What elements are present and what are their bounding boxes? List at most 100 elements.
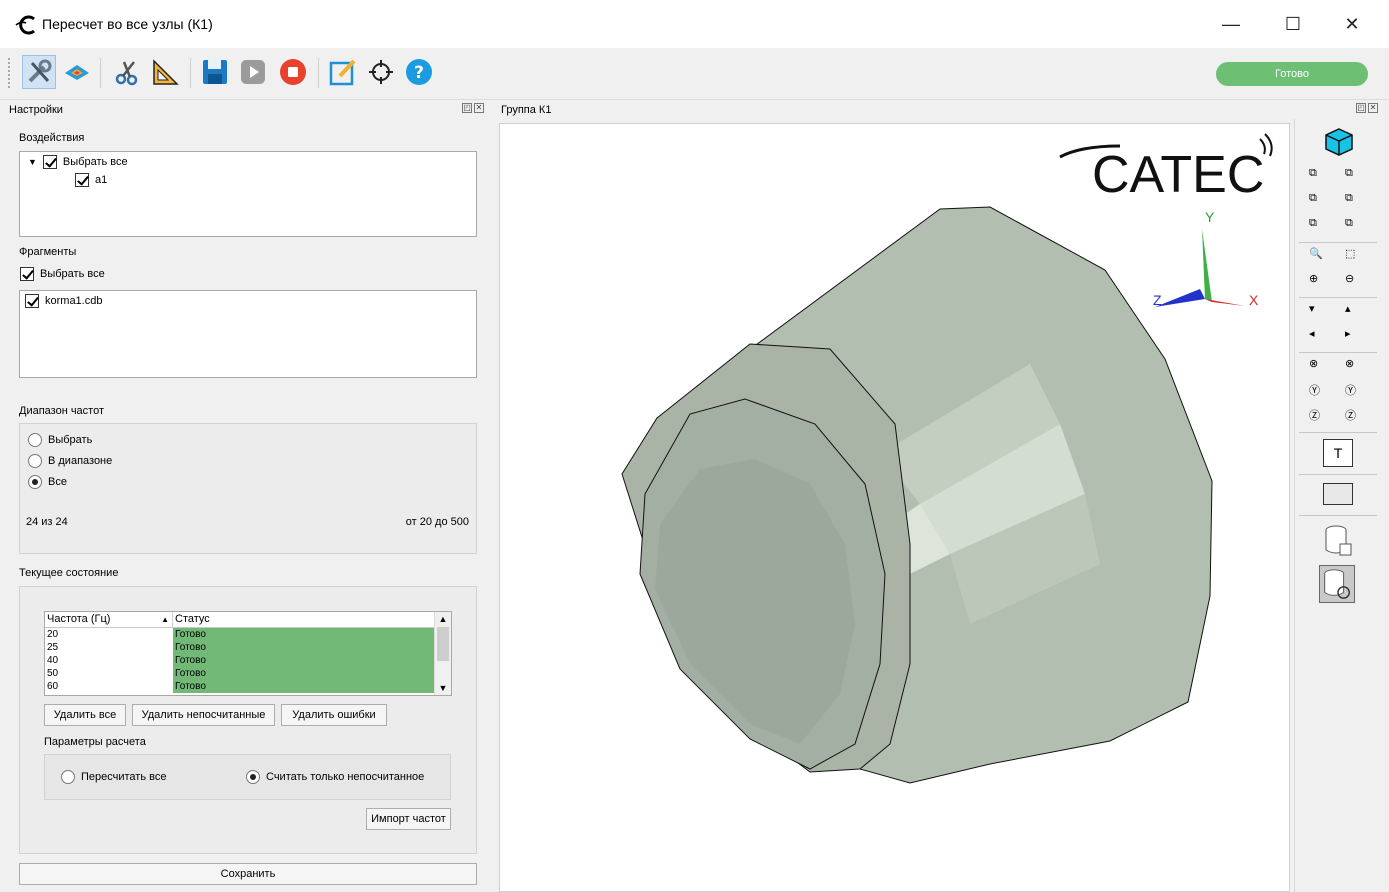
- zoom-out-icon[interactable]: ⊖: [1345, 272, 1365, 292]
- pan-up-icon[interactable]: ▴: [1345, 302, 1365, 322]
- scissors-icon: [115, 61, 138, 86]
- table-row[interactable]: 20 Готово: [45, 628, 451, 641]
- screenshot-camera-icon[interactable]: [1323, 483, 1353, 505]
- rotate-x-ccw-icon[interactable]: ⊗: [1309, 357, 1329, 377]
- delete-errors-button[interactable]: Удалить ошибки: [281, 704, 387, 726]
- rotate-y-ccw-icon[interactable]: Ⓨ: [1309, 382, 1329, 402]
- toolbar-grip[interactable]: [8, 58, 12, 88]
- run-button[interactable]: [236, 55, 270, 89]
- help-button[interactable]: ?: [402, 55, 436, 89]
- scroll-down-icon[interactable]: ▼: [435, 681, 451, 695]
- scroll-up-icon[interactable]: ▲: [435, 612, 451, 626]
- radio-recalc-all-label: Пересчитать все: [81, 771, 167, 783]
- view-back-cube-icon[interactable]: ⧉: [1345, 167, 1365, 187]
- axis-y-label: Y: [1205, 209, 1215, 225]
- model-canvas[interactable]: CATEC Y X Z: [500, 124, 1291, 892]
- zoom-in-icon[interactable]: ⊕: [1309, 272, 1329, 292]
- table-row[interactable]: 50 Готово: [45, 667, 451, 680]
- radio-calc-uncalculated[interactable]: [246, 770, 260, 784]
- impacts-select-all-row[interactable]: ▼ Выбрать все: [28, 155, 128, 169]
- fragments-select-all-checkbox[interactable]: [20, 267, 34, 281]
- svg-text:?: ?: [414, 63, 424, 83]
- frequency-range-group: Выбрать В диапазоне Все 24 из 24 от 20 д…: [19, 423, 477, 554]
- close-button[interactable]: ✕: [1323, 0, 1381, 48]
- impact-item-a1[interactable]: a1: [75, 173, 107, 187]
- table-row[interactable]: 40 Готово: [45, 654, 451, 667]
- calc-uncalculated-option[interactable]: Считать только непосчитанное: [246, 770, 424, 784]
- collapse-arrow-icon[interactable]: ▼: [28, 157, 37, 167]
- fragments-label: Фрагменты: [19, 246, 77, 258]
- database-export-icon[interactable]: [1323, 524, 1353, 558]
- maximize-button[interactable]: ☐: [1264, 0, 1322, 48]
- zoom-window-icon[interactable]: ⬚: [1345, 247, 1365, 267]
- cell-status: Готово: [173, 628, 435, 641]
- axes-triad: Y X Z: [1153, 209, 1259, 308]
- import-frequencies-button[interactable]: Импорт частот: [366, 808, 451, 830]
- cell-status: Готово: [173, 654, 435, 667]
- pan-down-icon[interactable]: ▾: [1309, 302, 1329, 322]
- fit-view-button[interactable]: [364, 55, 398, 89]
- minimize-button[interactable]: —: [1202, 0, 1260, 48]
- pan-right-icon[interactable]: ▸: [1345, 327, 1365, 347]
- table-row[interactable]: 60 Готово: [45, 680, 451, 693]
- cut-button[interactable]: [110, 55, 144, 89]
- zoom-fit-icon[interactable]: 🔍: [1309, 247, 1329, 267]
- help-question-icon: ?: [406, 59, 432, 85]
- view-front-cube-icon[interactable]: ⧉: [1309, 167, 1329, 187]
- column-header-status[interactable]: Статус: [173, 612, 435, 627]
- fragments-list: korma1.cdb: [19, 290, 477, 378]
- fragments-select-all-row[interactable]: Выбрать все: [20, 267, 105, 281]
- dock-close-icon[interactable]: ✕: [1368, 103, 1378, 113]
- radio-recalc-all[interactable]: [61, 770, 75, 784]
- float-icon[interactable]: ◰: [1356, 103, 1366, 113]
- table-scrollbar[interactable]: ▲ ▼: [434, 612, 451, 695]
- impacts-select-all-checkbox[interactable]: [42, 155, 57, 169]
- model-viewport[interactable]: CATEC Y X Z: [499, 123, 1290, 892]
- impact-a1-checkbox[interactable]: [75, 173, 89, 187]
- measure-button[interactable]: [148, 55, 182, 89]
- database-refresh-icon[interactable]: [1319, 565, 1355, 603]
- range-option-all[interactable]: Все: [28, 475, 67, 489]
- scroll-thumb[interactable]: [437, 627, 449, 661]
- radio-calc-uncalculated-label: Считать только непосчитанное: [266, 771, 425, 783]
- radio-all[interactable]: [28, 475, 42, 489]
- crosshair-target-icon: [369, 60, 393, 84]
- rotate-y-cw-icon[interactable]: Ⓨ: [1345, 382, 1365, 402]
- iso-view-cube-icon[interactable]: [1323, 126, 1355, 158]
- rotate-z-ccw-icon[interactable]: Ⓩ: [1309, 407, 1329, 427]
- pan-left-icon[interactable]: ◂: [1309, 327, 1329, 347]
- fragment-checkbox[interactable]: [25, 294, 39, 308]
- recalc-all-option[interactable]: Пересчитать все: [61, 770, 166, 784]
- rotate-x-cw-icon[interactable]: ⊗: [1345, 357, 1365, 377]
- radio-select[interactable]: [28, 433, 42, 447]
- table-row[interactable]: 25 Готово: [45, 641, 451, 654]
- main-toolbar: ?: [0, 48, 1389, 100]
- fragment-item[interactable]: korma1.cdb: [25, 294, 102, 308]
- mesh-view-button[interactable]: [60, 55, 94, 89]
- cell-frequency: 25: [45, 641, 173, 654]
- range-option-select[interactable]: Выбрать: [28, 433, 92, 447]
- edit-button[interactable]: [326, 55, 360, 89]
- view-left-cube-icon[interactable]: ⧉: [1309, 192, 1329, 212]
- stop-button[interactable]: [276, 55, 310, 89]
- range-option-in-range[interactable]: В диапазоне: [28, 454, 112, 468]
- settings-tools-button[interactable]: [22, 55, 56, 89]
- fragment-label: korma1.cdb: [45, 295, 103, 307]
- view-right-cube-icon[interactable]: ⧉: [1345, 192, 1365, 212]
- delete-all-button[interactable]: Удалить все: [44, 704, 126, 726]
- column-header-frequency[interactable]: Частота (Гц) ▲: [45, 612, 173, 627]
- view-top-cube-icon[interactable]: ⧉: [1309, 217, 1329, 237]
- delete-uncalculated-button[interactable]: Удалить непосчитанные: [132, 704, 275, 726]
- cell-status: Готово: [173, 680, 435, 693]
- float-icon[interactable]: ◰: [462, 103, 472, 113]
- text-label-icon[interactable]: T: [1323, 439, 1353, 467]
- view-bottom-cube-icon[interactable]: ⧉: [1345, 217, 1365, 237]
- dock-close-icon[interactable]: ✕: [474, 103, 484, 113]
- radio-in-range[interactable]: [28, 454, 42, 468]
- window-title: Пересчет во все узлы (К1): [42, 16, 213, 32]
- axis-z-label: Z: [1153, 292, 1162, 308]
- rotate-z-cw-icon[interactable]: Ⓩ: [1345, 407, 1365, 427]
- save-button[interactable]: Сохранить: [19, 863, 477, 885]
- cell-frequency: 40: [45, 654, 173, 667]
- save-toolbar-button[interactable]: [198, 55, 232, 89]
